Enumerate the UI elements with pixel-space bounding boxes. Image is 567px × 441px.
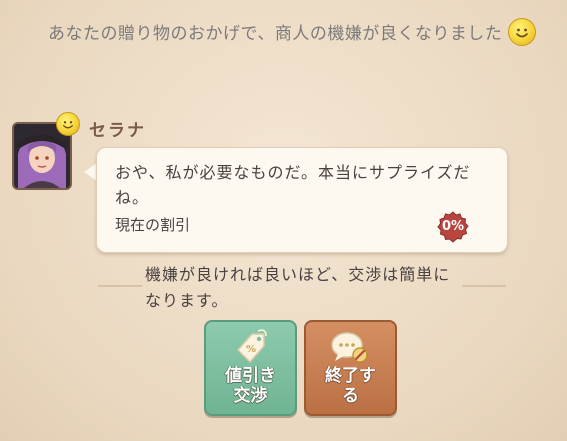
svg-text:%: % xyxy=(246,344,256,355)
merchant-dialog: おや、私が必要なものだ。本当にサプライズだね。 xyxy=(115,163,471,207)
discount-badge: 0% xyxy=(437,211,469,243)
discount-value: 0% xyxy=(441,219,465,234)
speech-bubble-stop-icon xyxy=(328,328,372,368)
smiley-face-icon xyxy=(508,18,537,46)
smiley-face-icon xyxy=(56,112,80,136)
merchant-name: セラナ xyxy=(89,121,146,141)
divider-right xyxy=(462,285,506,287)
mood-notice-text: あなたの贈り物のおかげで、商人の機嫌が良くなりました xyxy=(48,24,503,44)
merchant-speech-bubble: おや、私が必要なものだ。本当にサプライズだね。 現在の割引 0% xyxy=(96,147,508,253)
discount-label: 現在の割引 xyxy=(115,216,191,234)
end-button[interactable]: 終了す る xyxy=(304,320,397,416)
negotiation-hint: 機嫌が良ければ良いほど、交渉は簡単になります。 xyxy=(145,265,451,310)
end-button-label: 終了す る xyxy=(325,366,376,406)
merchant-mood-icon xyxy=(56,112,80,136)
bargain-button-label: 値引き 交渉 xyxy=(225,366,276,406)
mood-notice: あなたの贈り物のおかげで、商人の機嫌が良くなりました xyxy=(48,14,553,54)
price-tag-icon: % xyxy=(228,328,272,368)
bargain-button[interactable]: % 値引き 交渉 xyxy=(204,320,297,416)
divider-left xyxy=(98,285,142,287)
